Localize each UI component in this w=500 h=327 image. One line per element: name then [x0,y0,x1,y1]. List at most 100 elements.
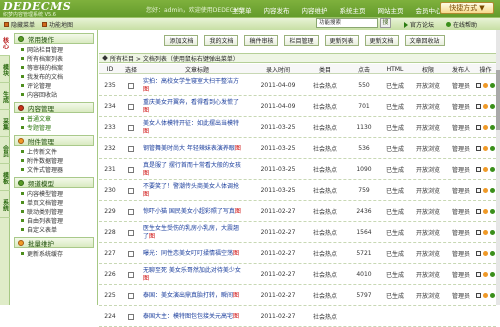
update-list-button[interactable]: 更新列表 [324,35,359,46]
view-icon[interactable] [483,230,488,235]
table-row[interactable]: 225 泰国：美女演出鼎真胎打转，瞬间图 2011-02-27 社会热点 579… [99,285,496,306]
row-checkbox[interactable] [128,271,134,278]
tab-core[interactable]: 核心 [0,30,10,56]
search-go-button[interactable]: 搜 [380,18,391,28]
table-row[interactable]: 230 不要笑了！警潮传头商美女人体调抢图 2011-03-25 社会热点 75… [99,180,496,201]
row-title-cell[interactable]: 曝光：同性恋美女叮叮揉情福空荡图 [143,243,253,264]
sidebar-item-column-manage[interactable]: 网站栏目管理 [11,45,97,54]
sidebar-item-linked-categories[interactable]: 联动类别管理 [11,207,97,216]
row-category[interactable]: 社会热点 [303,117,347,138]
edit-icon[interactable] [476,104,481,109]
row-select[interactable] [121,264,141,285]
row-title-cell[interactable]: 真是服了 摆行首而十常看大般的女孩图 [143,159,253,180]
scrollbar[interactable] [496,30,500,305]
tab-modules[interactable]: 模块 [0,57,10,83]
sidebar-item-upload[interactable]: 上传新文件 [11,147,97,156]
row-title[interactable]: 不要笑了！警潮传头商美女人体调抢 [143,183,239,190]
row-select[interactable] [121,138,141,159]
function-search-input[interactable]: 功能搜索 [316,18,378,28]
row-select[interactable] [121,159,141,180]
update-docs-button[interactable]: 更新文档 [364,35,399,46]
sidebar-item-update-cache[interactable]: 更新系统缓存 [11,249,97,258]
row-checkbox[interactable] [128,313,134,320]
delete-icon[interactable] [490,104,495,109]
row-select[interactable] [121,222,141,243]
scrollbar-thumb[interactable] [496,70,500,130]
row-title-cell[interactable]: 医生女生受伤的乳房小乳房，大震翘了图 [143,222,253,243]
row-title-cell[interactable]: 泰国：美女演出鼎真胎打转，瞬间图 [143,285,253,306]
delete-icon[interactable] [490,146,495,151]
online-help-link[interactable]: 在线帮助 [446,20,477,29]
nav-maintain[interactable]: 内容维护 [296,4,334,16]
section-attachments[interactable]: 附件管理 [14,135,94,146]
nav-site-home[interactable]: 网站主页 [372,4,410,16]
row-title-cell[interactable]: 重庆美女开翼奔，看得看到心发慌了图 [143,96,253,117]
edit-icon[interactable] [476,272,481,277]
row-category[interactable]: 社会热点 [303,75,347,96]
function-map-link[interactable]: 功能地图 [42,20,73,29]
delete-icon[interactable] [490,230,495,235]
row-title[interactable]: 泰国大主：模特图包包接关元高宅 [143,313,233,320]
view-icon[interactable] [483,83,488,88]
tab-collect[interactable]: 采集 [0,111,10,137]
delete-icon[interactable] [490,188,495,193]
row-title[interactable]: 重庆美女开翼奔，看得看到心发慌了 [143,99,239,106]
nav-main-menu[interactable]: 主菜单 [226,4,258,16]
row-title-cell[interactable]: 惊吓小猫 国民美女小超彩照了写真图 [143,201,253,222]
delete-icon[interactable] [490,125,495,130]
row-category[interactable]: 社会热点 [303,222,347,243]
table-row[interactable]: 224 泰国大主：模特图包包接关元高宅图 2011-02-27 社会热点 [99,306,496,327]
row-checkbox[interactable] [128,229,134,236]
sidebar-item-topics[interactable]: 专题管理 [11,123,97,132]
sidebar-item-all-docs[interactable]: 所有档案列表 [11,54,97,63]
sidebar-item-content-models[interactable]: 内容模型管理 [11,189,97,198]
nav-publish[interactable]: 内容发布 [258,4,296,16]
hide-menu-link[interactable]: 隐藏菜单 [4,20,35,29]
table-row[interactable]: 233 美女人体模特开征：如此摆出当模特图 2011-03-25 社会热点 11… [99,117,496,138]
view-icon[interactable] [483,188,488,193]
table-row[interactable]: 231 真是服了 摆行首而十常看大般的女孩图 2011-03-25 社会热点 1… [99,159,496,180]
sidebar-item-recycle[interactable]: 内容回收站 [11,90,97,99]
row-category[interactable]: 社会热点 [303,138,347,159]
view-icon[interactable] [483,167,488,172]
row-title[interactable]: 医生女生受伤的乳房小乳房，大震翘了 [143,225,239,240]
row-select[interactable] [121,180,141,201]
table-row[interactable]: 226 无聊至死 美女乐哥然加此对待美少女图 2011-02-27 社会热点 4… [99,264,496,285]
edit-icon[interactable] [476,188,481,193]
edit-icon[interactable] [476,230,481,235]
delete-icon[interactable] [490,272,495,277]
row-category[interactable]: 社会热点 [303,285,347,306]
row-title[interactable]: 惊吓小猫 国民美女小超彩照了写真 [143,208,235,215]
sidebar-item-free-lists[interactable]: 自由列表管理 [11,216,97,225]
row-category[interactable]: 社会热点 [303,159,347,180]
table-row[interactable]: 228 医生女生受伤的乳房小乳房，大震翘了图 2011-02-27 社会热点 1… [99,222,496,243]
view-icon[interactable] [483,251,488,256]
edit-icon[interactable] [476,251,481,256]
row-category[interactable]: 社会热点 [303,96,347,117]
row-title-cell[interactable]: 美女人体模特开征：如此摆出当模特图 [143,117,253,138]
tab-templates[interactable]: 模板 [0,165,10,191]
row-checkbox[interactable] [128,82,134,89]
row-title-cell[interactable]: 不要笑了！警潮传头商美女人体调抢图 [143,180,253,201]
row-title[interactable]: 实拍：高校女学生寝室大扫干整洁方 [143,78,239,85]
row-select[interactable] [121,75,141,96]
row-checkbox[interactable] [128,187,134,194]
row-title[interactable]: 美女人体模特开征：如此摆出当模特 [143,120,239,127]
row-title-cell[interactable]: 钢管舞美时尚大 年轻辣妹表演养眼图 [143,138,253,159]
row-checkbox[interactable] [128,124,134,131]
sidebar-item-single-pages[interactable]: 单页文档管理 [11,198,97,207]
row-category[interactable]: 社会热点 [303,201,347,222]
section-channel-models[interactable]: 频道模型 [14,177,94,188]
nav-system-home[interactable]: 系统主页 [334,4,372,16]
sidebar-item-pending-docs[interactable]: 等审核的档案 [11,63,97,72]
row-title[interactable]: 真是服了 摆行首而十常看大般的女孩 [143,162,241,169]
tab-generate[interactable]: 生成 [0,84,10,110]
row-title[interactable]: 无聊至死 美女乐哥然加此对待美少女 [143,267,241,274]
row-category[interactable]: 社会热点 [303,306,347,327]
delete-icon[interactable] [490,251,495,256]
row-title-cell[interactable]: 实拍：高校女学生寝室大扫干整洁方图 [143,75,253,96]
view-icon[interactable] [483,146,488,151]
sidebar-item-attach-data[interactable]: 附件数据管理 [11,156,97,165]
table-row[interactable]: 234 重庆美女开翼奔，看得看到心发慌了图 2011-04-09 社会热点 70… [99,96,496,117]
delete-icon[interactable] [490,83,495,88]
